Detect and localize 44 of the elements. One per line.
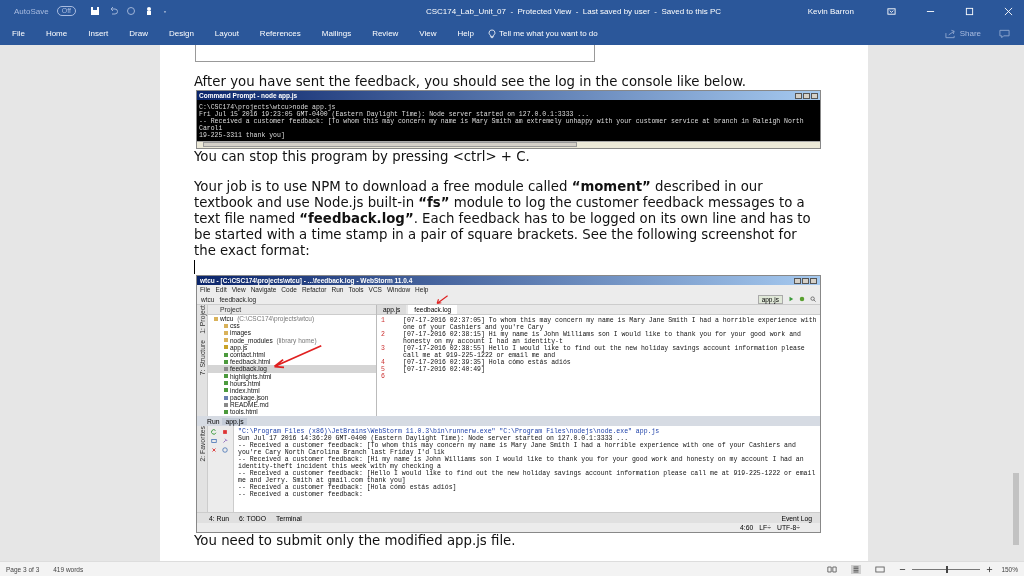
annotation-arrow	[435, 295, 449, 305]
zoom-slider-thumb[interactable]	[946, 565, 949, 573]
ribbon-tab[interactable]: Review	[372, 27, 399, 40]
layout-icon[interactable]	[211, 438, 217, 444]
folder-icon	[214, 316, 218, 321]
search-icon[interactable]	[810, 296, 816, 302]
ribbon-tab[interactable]: References	[259, 27, 301, 40]
window-buttons-icon	[795, 92, 818, 99]
read-mode-icon[interactable]	[827, 564, 838, 574]
tell-me-search[interactable]: Tell me what you want to do	[499, 29, 598, 38]
rerun-icon[interactable]	[211, 429, 217, 435]
run-icon[interactable]	[788, 296, 794, 302]
comment-icon[interactable]	[999, 28, 1010, 39]
close-icon[interactable]	[211, 447, 217, 453]
paragraph: Your job is to use NPM to download a free module called “moment” described in our textbook and use Node.js built-in “fs” module to log the customer feedback messages to a text file named “feedback.log”. Each feedback has to be logged on its own line and has to be started with a time stamp in a pair of square brackets. See the following screenshot for the exact format:	[194, 179, 812, 259]
ribbon-tab[interactable]: Layout	[214, 27, 239, 40]
paragraph: You can stop this program by pressing <ctrl> + C.	[194, 149, 531, 165]
ribbon-tab[interactable]: Insert	[88, 27, 109, 40]
annotation-arrow	[271, 344, 323, 370]
ribbon-tab[interactable]: View	[419, 27, 437, 40]
ribbon-tab[interactable]: Mailings	[321, 27, 352, 40]
web-layout-icon[interactable]	[875, 564, 886, 574]
window-buttons-icon	[794, 277, 817, 284]
paragraph: After you have sent the feedback, you should see the log in the console like below.	[194, 74, 747, 90]
zoom-in-icon[interactable]	[986, 565, 994, 573]
document-title: CSC174_Lab_Unit_07 - Protected View - Last saved by user - Saved to this PC	[425, 6, 722, 16]
debug-icon[interactable]	[799, 296, 805, 302]
save-icon[interactable]	[89, 6, 100, 16]
text-cursor	[194, 260, 195, 274]
share-button[interactable]: Share	[959, 29, 981, 38]
ribbon-display-icon[interactable]	[887, 6, 896, 16]
maximize-icon[interactable]	[965, 6, 974, 16]
share-icon[interactable]	[944, 28, 956, 39]
user-name: Kevin Barron	[807, 6, 854, 16]
paragraph: You need to submit only the modified app.js file.	[194, 533, 517, 549]
ribbon-tab[interactable]: File	[12, 27, 25, 40]
ribbon-tab[interactable]: Help	[457, 27, 474, 40]
autosave-label: AutoSave	[14, 6, 49, 16]
ribbon-tab[interactable]: Design	[168, 27, 194, 40]
ribbon-tab[interactable]: Home	[45, 27, 68, 40]
stop-icon[interactable]	[222, 429, 228, 435]
ribbon-tab[interactable]: Draw	[129, 27, 148, 40]
lightbulb-icon	[488, 28, 496, 39]
print-layout-icon[interactable]	[851, 564, 862, 574]
